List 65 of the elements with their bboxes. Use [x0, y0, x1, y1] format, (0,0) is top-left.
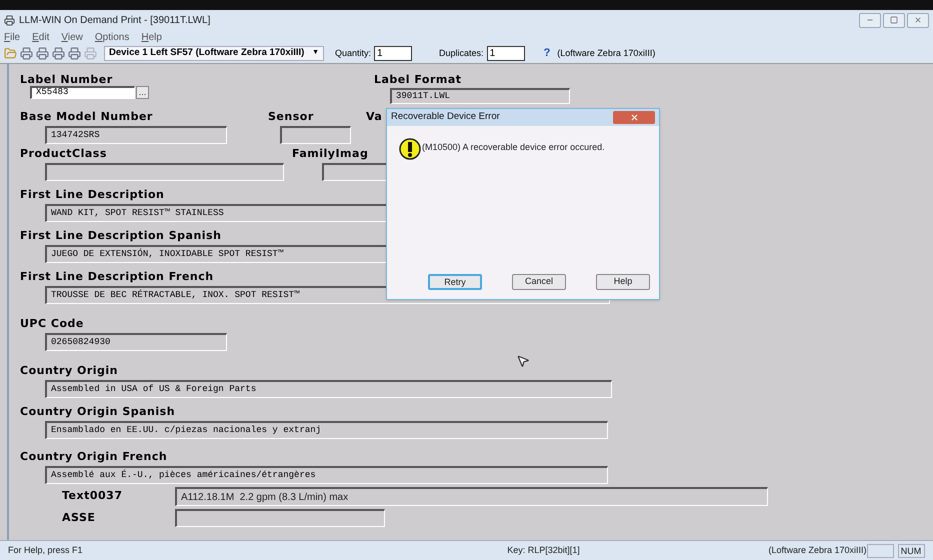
menu-item[interactable]: Help — [141, 30, 162, 44]
close-icon — [914, 16, 922, 24]
dialog-button[interactable]: Cancel — [512, 274, 566, 290]
field-label: Country Origin — [20, 365, 118, 377]
printer-icon[interactable] — [52, 47, 65, 60]
input-field[interactable]: Ensamblado en EE.UU. c/piezas nacionales y extranj — [45, 421, 608, 439]
field-label: FamilyImag — [292, 148, 368, 160]
status-help-text: For Help, press F1 — [8, 544, 84, 557]
dialog-title: Recoverable Device Error — [391, 110, 500, 124]
minimize-button[interactable] — [859, 12, 881, 28]
close-button[interactable] — [613, 111, 655, 124]
duplicates-label: Duplicates: — [439, 46, 484, 60]
close-icon — [630, 113, 638, 122]
quantity-label: Quantity: — [335, 46, 372, 60]
field-label: Label Format — [374, 74, 462, 86]
menu-item[interactable]: View — [61, 30, 83, 44]
open-folder-icon[interactable] — [4, 47, 17, 60]
input-field[interactable] — [45, 163, 284, 181]
status-printer-text: (Loftware Zebra 170xiIII) — [768, 544, 867, 557]
window-title: LLM-WIN On Demand Print - [39011T.LWL] — [19, 14, 210, 28]
input-field[interactable]: 39011T.LWL — [390, 88, 570, 104]
dialog-button[interactable]: Help — [596, 274, 650, 290]
field-label: First Line Description — [20, 189, 164, 201]
input-field[interactable] — [175, 509, 385, 527]
input-field[interactable]: A112.18.1M 2.2 gpm (8.3 L/min) max — [175, 487, 768, 506]
help-button[interactable]: ? — [544, 45, 550, 62]
field-label: Country Origin Spanish — [20, 406, 176, 418]
dialog-message: (M10500) A recoverable device error occured. — [422, 141, 605, 154]
field-label: Country Origin French — [20, 451, 168, 463]
duplicates-field[interactable]: 1 — [486, 46, 525, 61]
input-field[interactable]: Assembled in USA of US & Foreign Parts — [45, 380, 612, 398]
menu-item[interactable]: Options — [94, 30, 130, 44]
status-pane — [866, 544, 894, 558]
input-field[interactable]: X55483 — [30, 86, 135, 99]
field-label: ASSE — [62, 512, 96, 524]
field-label: Label Number — [20, 74, 113, 86]
printer-icon[interactable] — [20, 47, 33, 60]
input-field[interactable]: 02650824930 — [45, 333, 227, 351]
printer-icon[interactable] — [36, 47, 49, 60]
field-label: Text0037 — [62, 490, 124, 502]
menu-item[interactable]: File — [4, 30, 20, 44]
cursor-icon — [516, 354, 530, 368]
input-field[interactable] — [280, 126, 351, 144]
field-label: First Line Description French — [20, 271, 214, 283]
field-label: Va — [366, 111, 382, 123]
field-label: Base Model Number — [20, 111, 153, 123]
status-key-text: Key: RLP[32bit][1] — [507, 544, 581, 557]
warning-icon — [399, 138, 421, 160]
maximize-button[interactable] — [883, 12, 905, 28]
browse-button[interactable]: … — [136, 86, 149, 99]
menu-item[interactable]: Edit — [32, 30, 50, 44]
quantity-field[interactable]: 1 — [374, 46, 412, 61]
printer-icon[interactable] — [68, 47, 81, 60]
field-label: Sensor — [268, 111, 314, 123]
field-label: ProductClass — [20, 148, 107, 160]
app-icon — [4, 14, 15, 26]
input-field[interactable]: 134742SRS — [45, 126, 227, 144]
close-button[interactable] — [907, 12, 929, 28]
field-label: UPC Code — [20, 318, 84, 330]
dialog-button[interactable]: Retry — [428, 274, 482, 290]
input-field[interactable]: Assemblé aux É.-U., pièces américaines/étrangères — [45, 466, 608, 484]
printer-name: (Loftware Zebra 170xiIII) — [557, 46, 656, 60]
status-num-text: NUM — [898, 544, 925, 558]
field-label: First Line Description Spanish — [20, 230, 222, 242]
maximize-icon — [890, 16, 898, 24]
